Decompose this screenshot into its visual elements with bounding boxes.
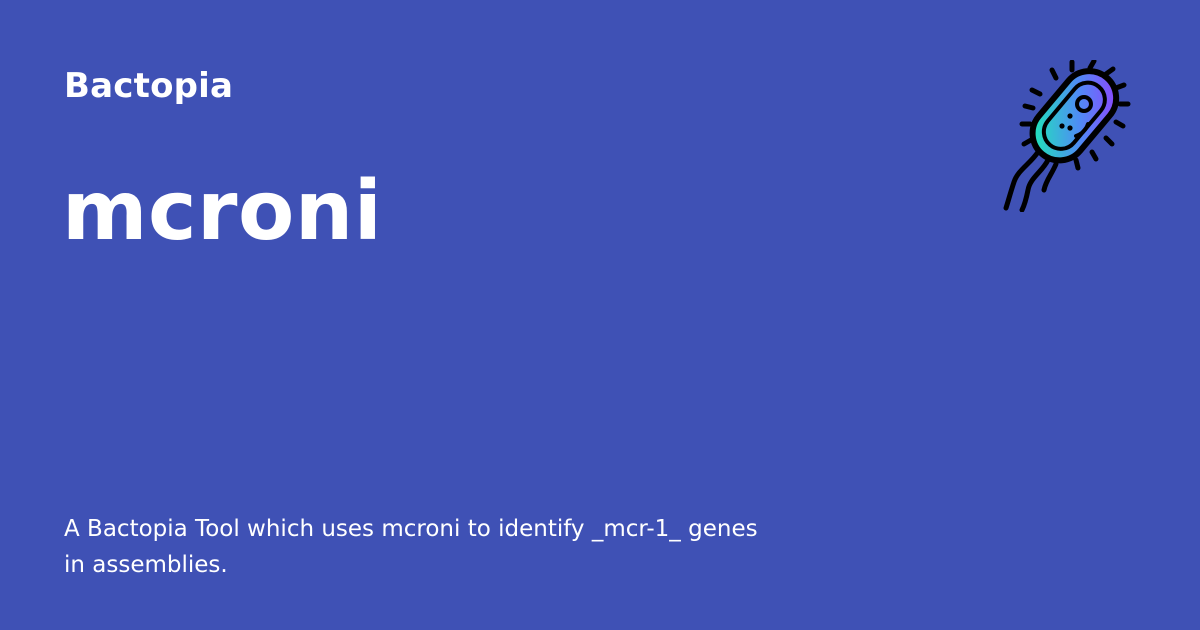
page-description: A Bactopia Tool which uses mcroni to ide… [64,516,758,578]
page-title: mcroni [62,164,383,259]
bacterium-icon [1003,60,1131,212]
site-name: Bactopia [64,66,234,106]
social-card: Bactopia mcroni A Bactopia Tool which us… [0,0,1200,630]
